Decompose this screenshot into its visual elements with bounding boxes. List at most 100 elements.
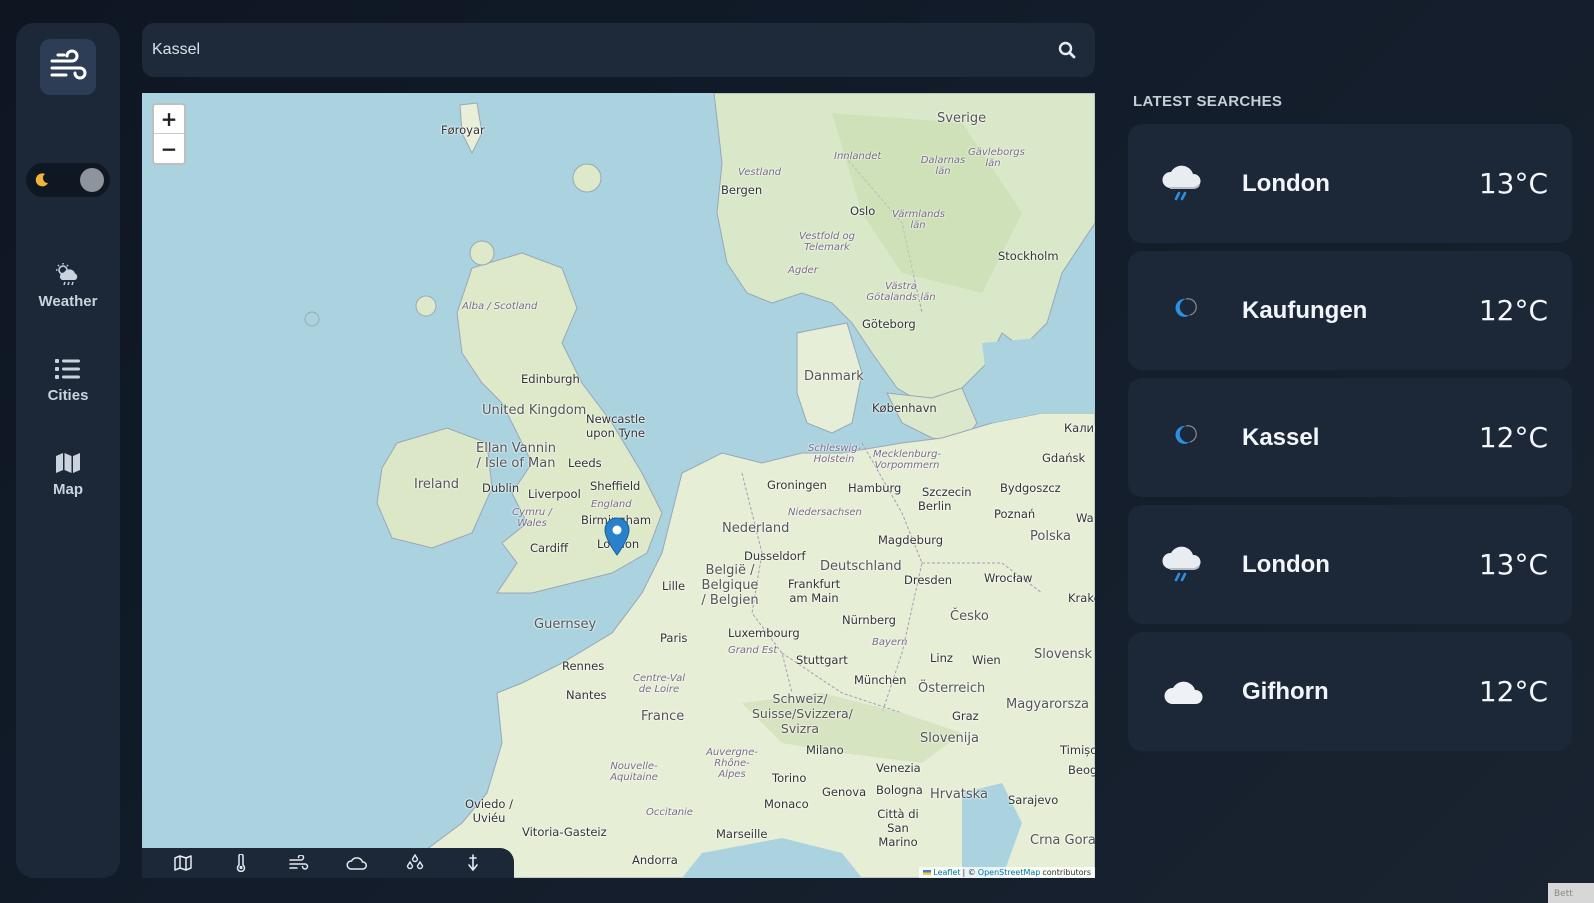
attribution-suffix: contributors — [1042, 868, 1091, 877]
map-label: Danmark — [804, 369, 864, 384]
map-label: Nederland — [722, 521, 790, 536]
map-label: Deutschland — [820, 559, 902, 574]
map-label: Monaco — [764, 797, 809, 811]
layer-clouds-button[interactable] — [342, 850, 372, 876]
app-frame: Weather Cities Map Kassel Føroyar Sverig… — [0, 0, 1594, 903]
list-icon — [55, 357, 81, 381]
layer-pressure-button[interactable] — [458, 850, 488, 876]
latest-search-card[interactable]: Kassel 12°C — [1128, 378, 1572, 497]
map-label: Szczecin — [922, 485, 972, 499]
layer-wind-button[interactable] — [284, 850, 314, 876]
map-label: München — [854, 673, 907, 687]
map-label: Berlin — [918, 499, 952, 513]
map-label: Luxembourg — [728, 626, 800, 640]
wind-icon — [289, 855, 309, 870]
map-label: Timișo — [1060, 743, 1095, 757]
map-label: Rennes — [562, 659, 605, 673]
map-label: Dublin — [482, 481, 520, 495]
map-label: England — [591, 499, 632, 510]
nav-weather[interactable]: Weather — [16, 263, 120, 327]
map-label: Slovensk — [1034, 647, 1093, 662]
layer-temperature-button[interactable] — [226, 850, 256, 876]
map-label: Beog — [1068, 763, 1095, 777]
nav-cities[interactable]: Cities — [16, 357, 120, 421]
cloud-rain-icon — [1162, 546, 1201, 582]
nav-map[interactable]: Map — [16, 451, 120, 515]
map-label: Nürnberg — [842, 613, 896, 627]
nav-map-label: Map — [53, 481, 83, 498]
layer-precipitation-button[interactable] — [400, 850, 430, 876]
latest-searches-title: LATEST SEARCHES — [1133, 93, 1283, 110]
map-label: Stuttgart — [796, 653, 848, 667]
map-label: Wien — [972, 653, 1001, 667]
nav-cities-label: Cities — [47, 387, 89, 404]
latest-search-temp: 13°C — [1478, 548, 1548, 581]
moon-cloud-icon — [1164, 672, 1203, 704]
moon-icon — [1175, 298, 1197, 317]
map-label: Innlandet — [834, 151, 882, 162]
map-label: Magyarorsza — [1006, 697, 1090, 712]
osm-link[interactable]: OpenStreetMap — [978, 868, 1041, 877]
toggle-knob[interactable] — [80, 168, 104, 192]
map-label: Cymru / Wales — [512, 507, 552, 529]
map-label: Graz — [952, 709, 979, 723]
map-label: Føroyar — [441, 123, 485, 137]
map-label: Vitoria-Gasteiz — [522, 825, 607, 839]
latest-searches-list: London 13°C Kaufungen 12°C Kassel 12°C L… — [1128, 124, 1572, 759]
map-label: België / Belgique / Belgien — [701, 563, 759, 608]
latest-search-card[interactable]: Gifhorn 12°C — [1128, 632, 1572, 751]
map-label: Dusseldorf — [744, 549, 806, 563]
map-label: Guernsey — [534, 617, 597, 632]
search-icon — [1058, 41, 1076, 59]
latest-search-temp: 12°C — [1478, 421, 1548, 454]
map-label: Wrocław — [984, 571, 1033, 585]
map-view[interactable]: Føroyar Sverige Vestland Innlandet Dalar… — [142, 93, 1095, 878]
map-label: Liverpool — [528, 487, 581, 501]
map-label: Bologna — [876, 783, 923, 797]
map-label: Torino — [772, 771, 807, 785]
location-marker[interactable] — [604, 517, 630, 557]
corner-tag: Bett — [1548, 883, 1594, 903]
latest-search-temp: 12°C — [1478, 294, 1548, 327]
thermometer-icon — [236, 854, 246, 872]
map-label: Slovenija — [920, 731, 979, 746]
map-label: Česko — [950, 609, 989, 624]
search-button[interactable] — [1039, 23, 1095, 77]
map-label: France — [641, 709, 685, 724]
nav-weather-label: Weather — [38, 293, 98, 310]
droplets-icon — [406, 854, 424, 870]
map-label: Gävleborgs län — [968, 147, 1025, 169]
cloud-sun-rain-icon — [54, 263, 82, 287]
map-label: Krakó — [1068, 591, 1095, 605]
latest-search-card[interactable]: London 13°C — [1128, 124, 1572, 243]
zoom-in-button[interactable]: + — [154, 105, 184, 134]
zoom-out-button[interactable]: − — [154, 134, 184, 163]
leaflet-link[interactable]: Leaflet — [933, 868, 960, 877]
map-label: Österreich — [918, 681, 986, 696]
map-label: Vestfold og Telemark — [799, 231, 855, 253]
map-label: Wa — [1076, 511, 1094, 525]
map-label: Auvergne-Rhône-Alpes — [706, 747, 758, 780]
search-input[interactable] — [142, 23, 1039, 77]
map-label: Sarajevo — [1008, 793, 1059, 807]
map-label: Västra Götalands län — [866, 281, 936, 303]
search-bar — [142, 23, 1095, 77]
moon-icon — [1175, 425, 1197, 444]
wind-icon — [50, 49, 87, 80]
map-label: Värmlands län — [892, 209, 945, 231]
map-label: Leeds — [568, 456, 602, 470]
map-label: Sheffield — [590, 479, 641, 493]
cloud-rain-icon — [1162, 165, 1201, 201]
latest-search-city: Gifhorn — [1242, 677, 1329, 705]
theme-toggle[interactable] — [26, 163, 110, 197]
map-label: Bayern — [872, 637, 908, 648]
map-label: Venezia — [876, 761, 921, 775]
map-label: Hamburg — [848, 481, 902, 495]
zoom-control: + − — [152, 103, 186, 165]
latest-search-card[interactable]: Kaufungen 12°C — [1128, 251, 1572, 370]
map-label: Grand Est — [728, 645, 778, 656]
latest-search-card[interactable]: London 13°C — [1128, 505, 1572, 624]
app-logo[interactable] — [40, 39, 96, 95]
layer-map-button[interactable] — [168, 850, 198, 876]
latest-search-city: Kaufungen — [1242, 296, 1368, 324]
